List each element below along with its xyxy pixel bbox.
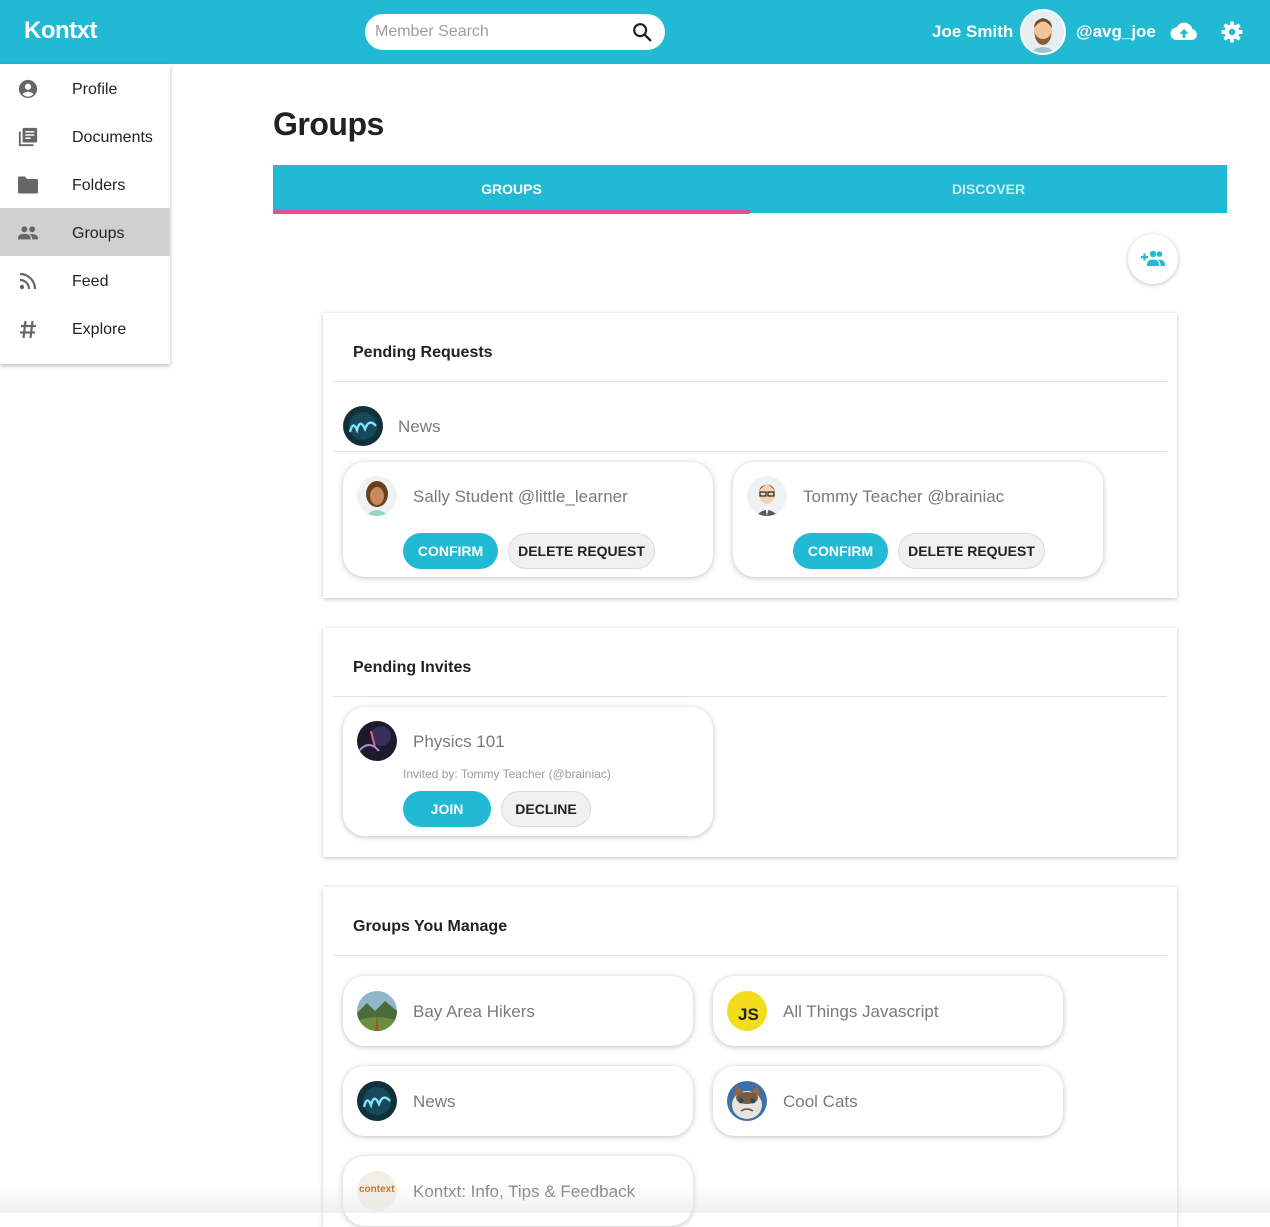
pending-requests-card: Pending Requests News Sally Student @lit…: [323, 313, 1177, 598]
request-card: Sally Student @little_learner CONFIRM DE…: [343, 462, 713, 577]
account-circle-icon: [18, 79, 38, 99]
group-avatar: [357, 1081, 397, 1121]
hikers-landscape-icon: [357, 991, 397, 1031]
groups-you-manage-card: Groups You Manage Bay Area Hikers JS All…: [323, 887, 1177, 1227]
managed-group-item[interactable]: News: [343, 1066, 693, 1136]
divider: [333, 381, 1167, 382]
user-avatar[interactable]: [1020, 9, 1066, 55]
group-avatar: JS: [727, 991, 767, 1031]
managed-group-item[interactable]: Bay Area Hikers: [343, 976, 693, 1046]
group-add-icon: [1141, 250, 1165, 266]
page-title: Groups: [273, 106, 384, 142]
group-name: All Things Javascript: [783, 1002, 939, 1021]
requester-name[interactable]: Tommy Teacher @brainiac: [803, 487, 1004, 507]
search-icon[interactable]: [631, 21, 653, 43]
member-search[interactable]: [365, 14, 665, 50]
gear-icon[interactable]: [1220, 20, 1244, 44]
group-avatar: [727, 1081, 767, 1121]
student-avatar-icon: [357, 476, 397, 516]
user-handle[interactable]: @avg_joe: [1076, 22, 1156, 42]
sidebar-item-label: Groups: [72, 225, 125, 242]
group-avatar: [357, 991, 397, 1031]
sidebar-item-label: Profile: [72, 81, 118, 98]
add-group-button[interactable]: [1128, 234, 1178, 284]
tab-bar: GROUPS DISCOVER: [273, 165, 1227, 214]
teacher-avatar-icon: [747, 476, 787, 516]
card-title: Groups You Manage: [353, 918, 508, 935]
invited-by-text: Invited by: Tommy Teacher (@brainiac): [403, 767, 611, 781]
grumpy-cat-icon: [727, 1081, 767, 1121]
group-name: Bay Area Hikers: [413, 1002, 535, 1021]
kontxt-logo-icon: context: [359, 1184, 395, 1195]
group-avatar: context: [357, 1171, 397, 1211]
physics-group-icon: [357, 721, 397, 761]
managed-group-item[interactable]: JS All Things Javascript: [713, 976, 1063, 1046]
rss-icon: [19, 272, 37, 290]
sidebar-item-explore[interactable]: Explore: [0, 304, 170, 352]
news-neon-icon: [343, 406, 383, 446]
sidebar-item-label: Explore: [72, 321, 127, 338]
group-name: News: [413, 1092, 456, 1111]
documents-icon: [18, 127, 38, 147]
group-name: Kontxt: Info, Tips & Feedback: [413, 1182, 636, 1201]
people-icon: [17, 226, 39, 240]
bearded-man-avatar-icon: [1022, 11, 1064, 53]
folder-icon: [18, 176, 38, 194]
group-name[interactable]: News: [398, 417, 441, 437]
pending-invites-card: Pending Invites Physics 101 Invited by: …: [323, 628, 1177, 857]
user-name[interactable]: Joe Smith: [932, 22, 1013, 42]
user-avatar[interactable]: [747, 476, 787, 516]
sidebar-item-groups[interactable]: Groups: [0, 208, 170, 256]
brand-logo[interactable]: Kontxt: [24, 17, 97, 45]
hashtag-icon: [20, 320, 36, 339]
sidebar-item-documents[interactable]: Documents: [0, 112, 170, 160]
requester-name[interactable]: Sally Student @little_learner: [413, 487, 628, 507]
join-button[interactable]: JOIN: [403, 791, 491, 827]
managed-group-item[interactable]: context Kontxt: Info, Tips & Feedback: [343, 1156, 693, 1226]
sidebar-item-feed[interactable]: Feed: [0, 256, 170, 304]
cloud-upload-icon[interactable]: [1170, 20, 1198, 44]
divider: [333, 696, 1167, 697]
tab-discover[interactable]: DISCOVER: [750, 165, 1227, 213]
sidebar-item-profile[interactable]: Profile: [0, 64, 170, 112]
top-app-bar: Kontxt Joe Smith @avg_joe: [0, 0, 1270, 64]
invite-card: Physics 101 Invited by: Tommy Teacher (@…: [343, 707, 713, 836]
js-logo-icon: JS: [738, 1005, 759, 1024]
news-neon-icon: [357, 1081, 397, 1121]
sidebar-item-label: Documents: [72, 129, 153, 146]
sidebar-item-label: Folders: [72, 177, 126, 194]
divider: [333, 451, 1167, 452]
group-avatar[interactable]: [357, 721, 397, 761]
delete-request-button[interactable]: DELETE REQUEST: [898, 533, 1045, 569]
search-input[interactable]: [375, 20, 625, 44]
delete-request-button[interactable]: DELETE REQUEST: [508, 533, 655, 569]
confirm-button[interactable]: CONFIRM: [403, 533, 498, 569]
confirm-button[interactable]: CONFIRM: [793, 533, 888, 569]
sidebar-nav: Profile Documents Folders Groups Feed Ex…: [0, 64, 170, 364]
managed-group-item[interactable]: Cool Cats: [713, 1066, 1063, 1136]
group-name: Cool Cats: [783, 1092, 858, 1111]
active-tab-indicator: [273, 210, 750, 214]
sidebar-item-label: Feed: [72, 273, 109, 290]
group-avatar: [343, 406, 383, 446]
card-title: Pending Invites: [353, 659, 472, 676]
sidebar-item-folders[interactable]: Folders: [0, 160, 170, 208]
invite-group-name[interactable]: Physics 101: [413, 732, 505, 752]
decline-button[interactable]: DECLINE: [501, 791, 591, 827]
request-card: Tommy Teacher @brainiac CONFIRM DELETE R…: [733, 462, 1103, 577]
card-title: Pending Requests: [353, 344, 493, 361]
user-avatar[interactable]: [357, 476, 397, 516]
tab-groups[interactable]: GROUPS: [273, 165, 750, 213]
divider: [333, 955, 1167, 956]
